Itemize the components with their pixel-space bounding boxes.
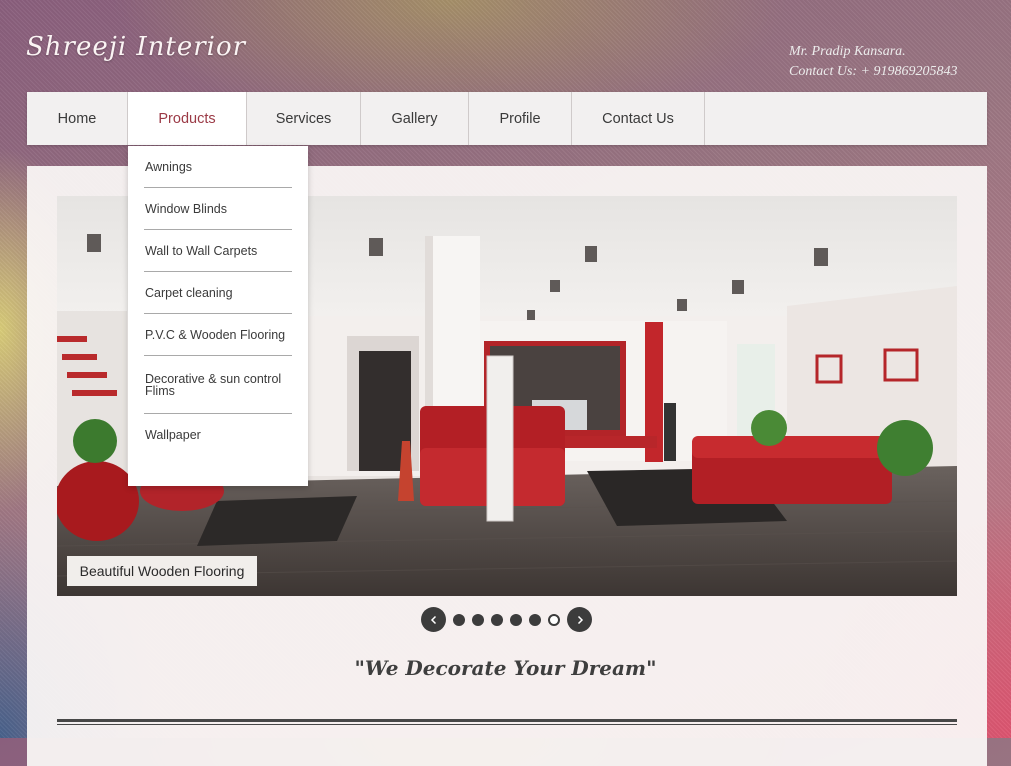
contact-phone: Contact Us: + 919869205843 xyxy=(789,64,958,79)
slider-dot[interactable] xyxy=(510,613,522,626)
nav-item-products[interactable]: Products xyxy=(128,92,247,145)
menu-item-carpet-cleaning[interactable]: Carpet cleaning xyxy=(144,272,292,314)
nav-item-services[interactable]: Services xyxy=(247,92,361,145)
slider-next-button[interactable] xyxy=(567,607,592,632)
contact-name: Mr. Pradip Kansara. xyxy=(789,44,906,59)
nav-item-contact-us[interactable]: Contact Us xyxy=(572,92,705,145)
slider-dot[interactable] xyxy=(529,613,541,626)
header-contact: Mr. Pradip Kansara. Contact Us: + 919869… xyxy=(789,42,958,82)
menu-item-wallpaper[interactable]: Wallpaper xyxy=(144,414,292,455)
slide-caption: Beautiful Wooden Flooring xyxy=(67,556,257,586)
slider-dot[interactable] xyxy=(491,613,503,626)
slider-dot[interactable] xyxy=(453,613,465,626)
nav-item-home[interactable]: Home xyxy=(27,92,128,145)
main-nav: Home Products Services Gallery Profile C… xyxy=(27,92,987,145)
slider-dot-current[interactable] xyxy=(548,613,560,626)
tagline: "We Decorate Your Dream" xyxy=(354,656,657,680)
slider-pager xyxy=(421,607,592,632)
nav-item-profile[interactable]: Profile xyxy=(469,92,572,145)
products-dropdown: Awnings Window Blinds Wall to Wall Carpe… xyxy=(128,146,308,486)
chevron-right-icon xyxy=(577,615,583,624)
slider-dot[interactable] xyxy=(472,613,484,626)
site-logo[interactable]: Shreeji Interior xyxy=(26,32,246,62)
menu-item-awnings[interactable]: Awnings xyxy=(144,146,292,188)
menu-item-window-blinds[interactable]: Window Blinds xyxy=(144,188,292,230)
menu-item-pvc-wooden-flooring[interactable]: P.V.C & Wooden Flooring xyxy=(144,314,292,356)
chevron-left-icon xyxy=(430,615,436,624)
menu-item-wall-to-wall-carpets[interactable]: Wall to Wall Carpets xyxy=(144,230,292,272)
nav-item-gallery[interactable]: Gallery xyxy=(361,92,469,145)
menu-item-decorative-films[interactable]: Decorative & sun control Flims xyxy=(144,356,292,414)
section-divider xyxy=(57,719,957,725)
slider-prev-button[interactable] xyxy=(421,607,446,632)
